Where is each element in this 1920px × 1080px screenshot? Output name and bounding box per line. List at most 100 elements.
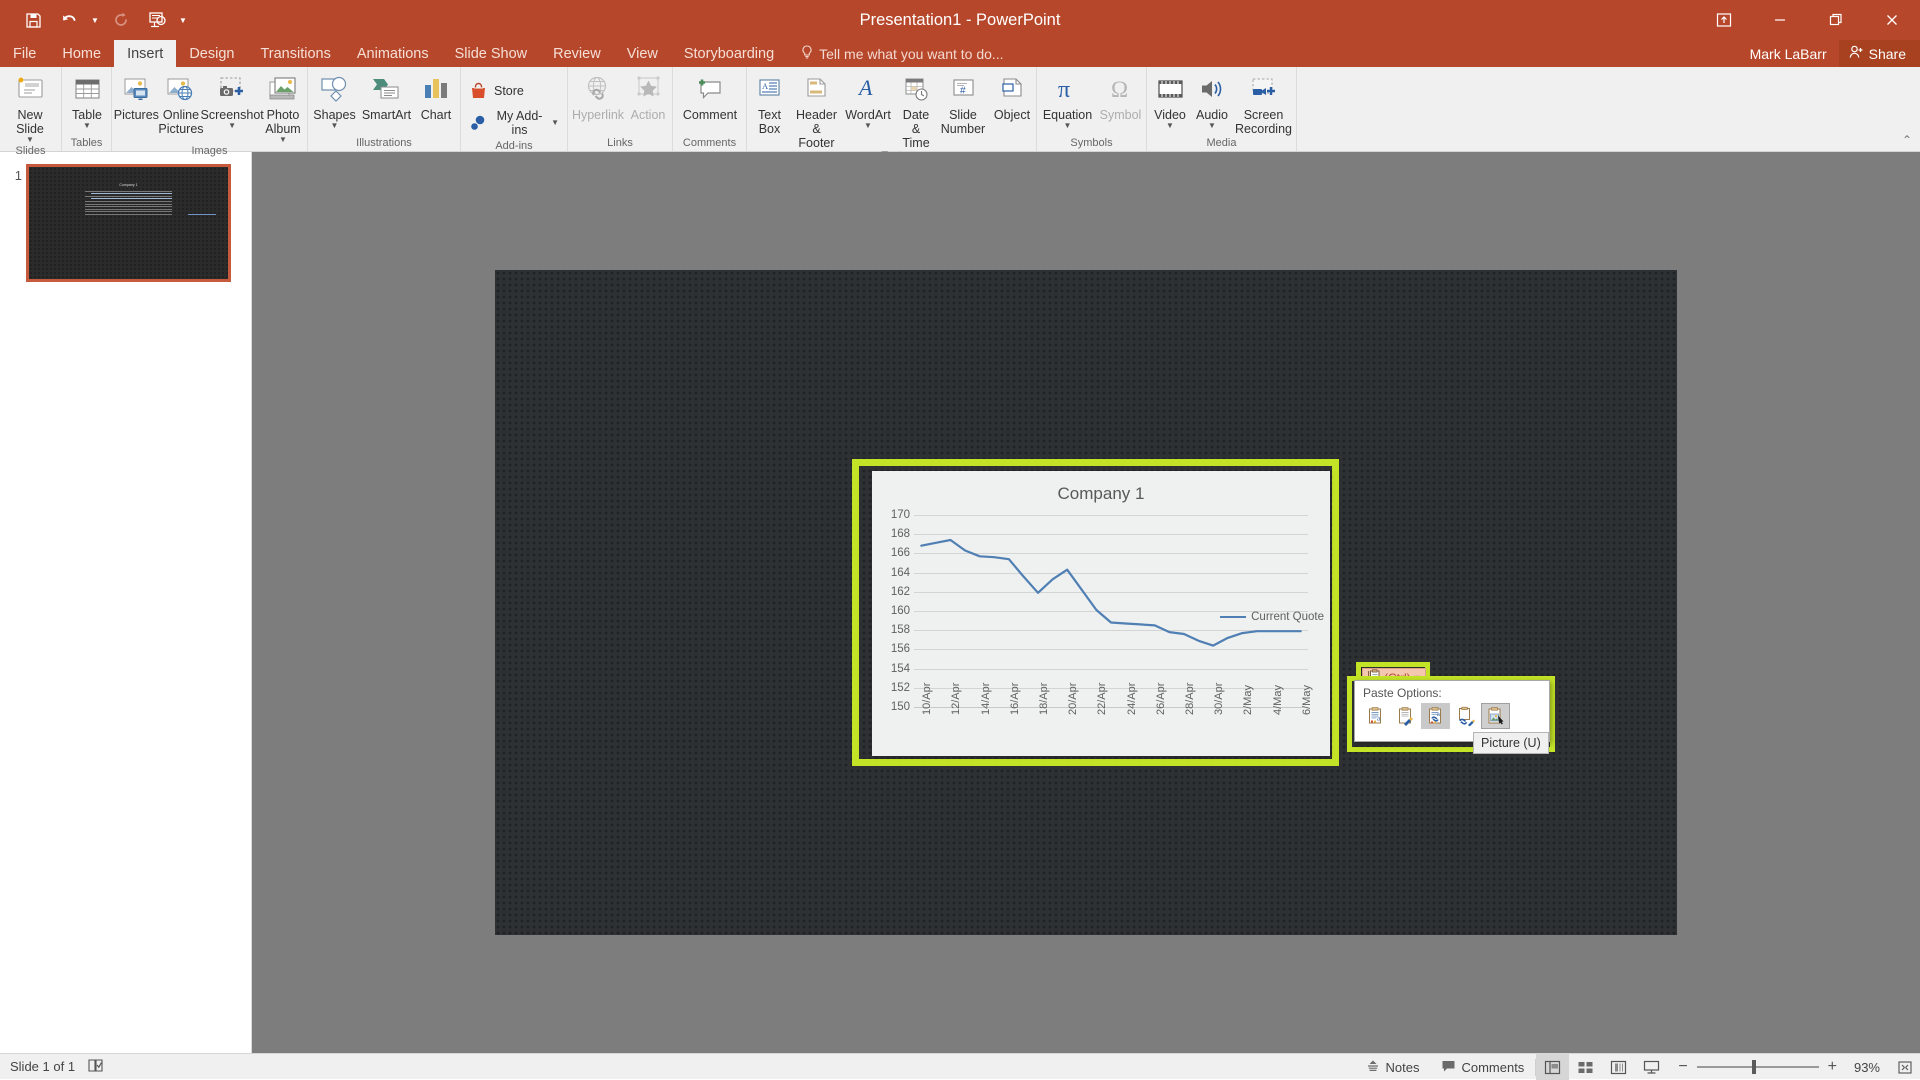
tab-review[interactable]: Review [540, 40, 614, 67]
tab-design[interactable]: Design [176, 40, 247, 67]
fit-to-window-button[interactable] [1890, 1054, 1920, 1080]
shapes-caret-icon[interactable]: ▼ [331, 122, 339, 131]
tab-file[interactable]: File [0, 40, 49, 67]
notes-icon [1366, 1059, 1380, 1076]
view-reading[interactable] [1602, 1054, 1635, 1080]
action-button[interactable]: Action [626, 70, 670, 122]
store-button[interactable]: Store [463, 76, 530, 106]
view-normal[interactable] [1536, 1054, 1570, 1080]
table-button[interactable]: Table ▼ [64, 70, 110, 131]
pictures-icon [120, 73, 153, 107]
wordart-caret-icon[interactable]: ▼ [864, 122, 872, 131]
slide-thumbnail-1[interactable]: Company 1 [26, 164, 231, 282]
chart-y-tick: 158 [890, 624, 910, 637]
symbol-button[interactable]: Ω Symbol [1096, 70, 1145, 122]
hyperlink-button[interactable]: Hyperlink [570, 70, 626, 122]
comments-button[interactable]: Comments [1430, 1054, 1535, 1080]
tab-animations[interactable]: Animations [344, 40, 442, 67]
slide-number-button[interactable]: # Slide Number [939, 70, 987, 136]
zoom-out-button[interactable]: − [1678, 1059, 1687, 1075]
my-addins-caret-icon[interactable]: ▼ [551, 119, 559, 127]
share-button[interactable]: Share [1838, 40, 1920, 67]
new-slide-button[interactable]: New Slide ▼ [2, 70, 58, 145]
chart-label: Chart [420, 108, 452, 122]
tell-me-search[interactable]: Tell me what you want to do... [787, 40, 1004, 67]
my-addins-button[interactable]: My Add-ins ▼ [463, 106, 565, 140]
zoom-level-label[interactable]: 93% [1846, 1060, 1880, 1075]
object-label: Object [993, 108, 1031, 122]
video-button[interactable]: Video ▼ [1149, 70, 1191, 131]
save-icon[interactable] [16, 5, 50, 35]
text-box-button[interactable]: A Text Box [749, 70, 790, 136]
equation-button[interactable]: π Equation ▼ [1039, 70, 1096, 131]
chart-icon [421, 73, 451, 107]
tab-slide-show[interactable]: Slide Show [442, 40, 541, 67]
chart-button[interactable]: Chart [414, 70, 458, 122]
paste-picture-icon[interactable] [1481, 703, 1510, 729]
smartart-button[interactable]: SmartArt [359, 70, 414, 122]
collapse-ribbon-icon[interactable]: ⌃ [1902, 133, 1912, 147]
view-slide-sorter[interactable] [1569, 1054, 1602, 1080]
screenshot-caret-icon[interactable]: ▼ [228, 122, 236, 131]
paste-use-destination-theme-icon[interactable]: a [1361, 703, 1390, 729]
photo-album-caret-icon[interactable]: ▼ [279, 136, 287, 145]
equation-caret-icon[interactable]: ▼ [1064, 122, 1072, 131]
spellcheck-icon[interactable] [87, 1058, 104, 1076]
table-caret-icon[interactable]: ▼ [83, 122, 91, 131]
comment-label: Comment [682, 108, 738, 122]
tab-transitions[interactable]: Transitions [247, 40, 343, 67]
thumbnail-number: 1 [14, 168, 22, 183]
object-button[interactable]: Object [987, 70, 1037, 122]
account-name[interactable]: Mark LaBarr [1750, 46, 1839, 62]
pictures-button[interactable]: Pictures [114, 70, 159, 122]
wordart-button[interactable]: A WordArt ▼ [843, 70, 893, 131]
ribbon-display-options-icon[interactable] [1696, 0, 1752, 40]
header-footer-button[interactable]: Header & Footer [790, 70, 843, 150]
online-pictures-button[interactable]: Online Pictures [158, 70, 204, 136]
undo-dropdown-caret-icon[interactable]: ▼ [88, 5, 102, 35]
screenshot-button[interactable]: Screenshot ▼ [201, 70, 264, 131]
tab-insert[interactable]: Insert [114, 40, 177, 67]
new-slide-caret-icon[interactable]: ▼ [26, 136, 34, 145]
minimize-icon[interactable] [1752, 0, 1808, 40]
comment-button[interactable]: Comment [675, 70, 745, 122]
start-from-beginning-icon[interactable] [140, 5, 174, 35]
photo-album-button[interactable]: Photo Album ▼ [261, 70, 305, 145]
paste-use-destination-theme-embed-workbook-icon[interactable]: a [1421, 703, 1450, 729]
chart-y-tick: 166 [890, 547, 910, 560]
customize-qat-icon[interactable]: ▼ [176, 5, 190, 35]
screen-recording-button[interactable]: Screen Recording [1233, 70, 1294, 136]
lightbulb-icon [801, 45, 813, 62]
date-time-button[interactable]: Date & Time [893, 70, 939, 150]
video-caret-icon[interactable]: ▼ [1166, 122, 1174, 131]
tab-home[interactable]: Home [49, 40, 114, 67]
tab-storyboarding[interactable]: Storyboarding [671, 40, 787, 67]
restore-icon[interactable] [1808, 0, 1864, 40]
zoom-in-button[interactable]: + [1828, 1059, 1837, 1075]
undo-icon[interactable] [52, 5, 86, 35]
svg-text:a: a [1437, 711, 1440, 718]
paste-keep-source-formatting-embed-workbook-icon[interactable] [1451, 703, 1480, 729]
tab-view[interactable]: View [614, 40, 671, 67]
ribbon-group-links: Hyperlink Action Links [568, 67, 673, 151]
photo-album-label: Photo Album [265, 108, 301, 136]
pasted-chart-object[interactable]: Company 1 170 168 166 164 162 160 158 156 154 152… [872, 471, 1330, 756]
table-label: Table [72, 108, 102, 122]
my-addins-icon [469, 111, 488, 135]
redo-icon[interactable] [104, 5, 138, 35]
audio-button[interactable]: Audio ▼ [1191, 70, 1233, 131]
zoom-slider-thumb[interactable] [1751, 1060, 1756, 1074]
view-slide-show[interactable] [1635, 1054, 1668, 1080]
paste-keep-source-formatting-icon[interactable] [1391, 703, 1420, 729]
date-time-icon [903, 73, 930, 107]
slide-editing-area[interactable]: Company 1 170 168 166 164 162 160 158 156 154 152… [252, 152, 1920, 1053]
chart-y-tick: 170 [890, 509, 910, 521]
notes-button[interactable]: Notes [1355, 1054, 1430, 1080]
zoom-slider[interactable] [1696, 1060, 1819, 1074]
shapes-button[interactable]: Shapes ▼ [310, 70, 359, 131]
legend-swatch-current-quote [1220, 615, 1247, 619]
close-icon[interactable] [1864, 0, 1920, 40]
audio-caret-icon[interactable]: ▼ [1208, 122, 1216, 131]
slide-canvas[interactable]: Company 1 170 168 166 164 162 160 158 156 154 152… [495, 270, 1677, 935]
new-slide-icon [15, 73, 46, 107]
